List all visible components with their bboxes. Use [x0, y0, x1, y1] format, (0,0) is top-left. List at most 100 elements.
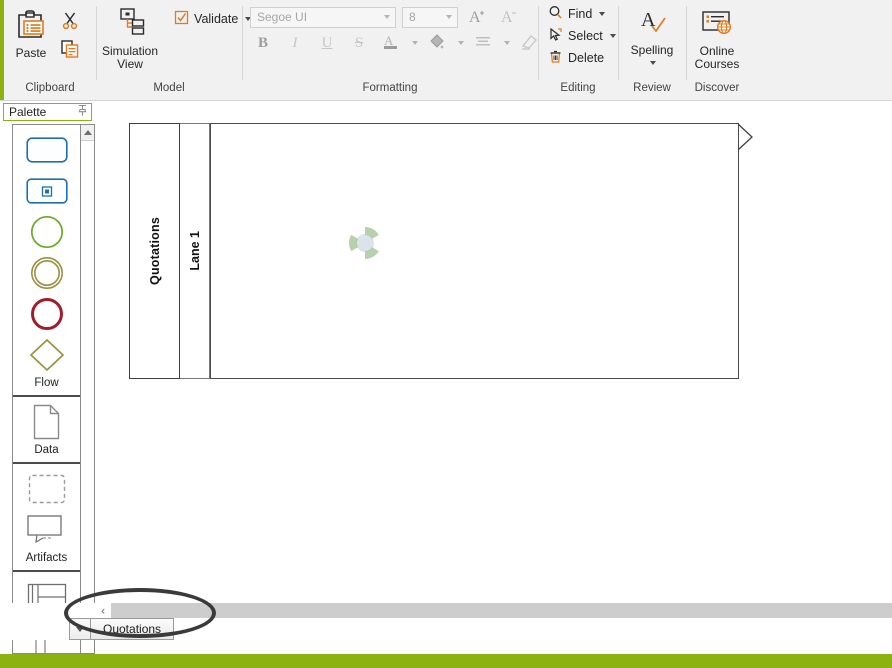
diagram-canvas[interactable]: Quotations Lane 1 [95, 101, 892, 654]
palette-section-flow: Flow [13, 125, 80, 398]
online-courses-button[interactable]: Online Courses [690, 4, 744, 71]
text-annotation-icon [26, 514, 68, 549]
palette-item-start-event[interactable] [13, 213, 80, 254]
double-circle-icon [30, 256, 64, 293]
palette-item-gateway[interactable] [13, 336, 80, 377]
svg-text:A: A [469, 9, 481, 26]
palette-item-task[interactable] [13, 131, 80, 172]
tabbar-spacer [0, 618, 55, 640]
ribbon-group-review: A Spelling Review [618, 0, 686, 100]
copy-icon [60, 40, 80, 62]
palette-section-artifacts: Artifacts [13, 464, 80, 573]
palette-title-bar: Palette [3, 103, 92, 122]
palette-item-subprocess[interactable] [13, 172, 80, 213]
select-label: Select [568, 29, 603, 43]
select-button[interactable]: Select [544, 25, 620, 47]
pool-header[interactable]: Quotations [129, 123, 180, 379]
font-name-select[interactable]: Segoe UI [250, 6, 396, 28]
shrink-font-icon: A [499, 6, 519, 29]
spelling-dropdown-caret[interactable] [650, 61, 656, 65]
fill-color-button[interactable] [424, 31, 450, 55]
font-color-caret[interactable] [412, 41, 418, 45]
palette-section-data: Data [13, 397, 80, 465]
delete-button[interactable]: Delete [544, 47, 608, 69]
pool-quotations[interactable]: Quotations Lane 1 [129, 123, 753, 379]
cut-button[interactable] [60, 10, 80, 33]
grow-font-button[interactable]: A [464, 5, 490, 29]
rounded-rectangle-icon [25, 137, 68, 166]
ribbon-toolbar: Paste Clipboard Simulation View Validate… [0, 0, 892, 101]
palette-title-label: Palette [9, 105, 47, 120]
font-size-value: 8 [409, 10, 416, 24]
find-dropdown-caret[interactable] [599, 12, 606, 16]
fill-color-caret[interactable] [458, 41, 464, 45]
copy-button[interactable] [60, 39, 80, 62]
ribbon-group-model: Simulation View Validate Model [96, 0, 252, 100]
svg-text:A: A [501, 9, 513, 26]
paste-button[interactable]: Paste [4, 4, 58, 60]
palette-item-end-event[interactable] [13, 295, 80, 336]
underline-button[interactable]: U [314, 31, 340, 55]
bold-button[interactable]: B [250, 31, 276, 55]
palette-vertical-scrollbar[interactable] [80, 124, 95, 654]
lane-header[interactable]: Lane 1 [180, 123, 210, 379]
shrink-font-button[interactable]: A [496, 5, 522, 29]
diamond-icon [29, 338, 65, 375]
canvas-surface[interactable]: Quotations Lane 1 [95, 101, 892, 654]
formatting-row-style: B I U S A [250, 30, 542, 56]
palette-item-data-object[interactable] [13, 403, 80, 444]
clear-formatting-icon [519, 32, 539, 55]
document-page-icon [32, 404, 62, 443]
spelling-button[interactable]: A Spelling [625, 3, 679, 65]
ribbon-group-discover-title: Discover [694, 82, 740, 94]
pool-name-label: Quotations [147, 217, 162, 285]
palette-item-annotation[interactable] [13, 511, 80, 552]
trash-icon [548, 49, 563, 67]
svg-text:A: A [384, 33, 394, 48]
palette-section-label-flow: Flow [34, 377, 59, 390]
align-caret[interactable] [504, 41, 510, 45]
horizontal-scrollbar-track[interactable] [111, 603, 892, 618]
online-courses-label-line2: Courses [694, 57, 740, 71]
formatting-row-font: Segoe UI 8 A A [250, 4, 522, 30]
align-button[interactable] [470, 31, 496, 55]
chevron-left-icon: ‹ [100, 603, 106, 618]
grow-font-icon: A [467, 6, 487, 29]
palette-body: Flow Data Artifacts [0, 124, 95, 654]
clipboard-paste-icon [14, 9, 48, 44]
pool-corner-marker [737, 123, 754, 177]
simulation-view-button[interactable]: Simulation View [102, 2, 158, 71]
align-icon [473, 32, 493, 55]
lane-body[interactable] [210, 123, 739, 379]
strikethrough-button[interactable]: S [346, 31, 372, 55]
simulation-view-label-line2: View [117, 57, 143, 71]
ribbon-group-discover: Online Courses Discover [686, 0, 748, 100]
ribbon-group-model-title: Model [153, 82, 185, 94]
thick-circle-icon [30, 297, 64, 334]
palette-section-label-artifacts: Artifacts [25, 552, 68, 565]
font-size-select[interactable]: 8 [402, 6, 458, 28]
ribbon-group-editing-title: Editing [560, 82, 596, 94]
tab-quotations[interactable]: Quotations [91, 618, 175, 640]
ribbon-group-clipboard-title: Clipboard [25, 82, 75, 94]
horizontal-scroll-row: ‹ [0, 603, 892, 618]
select-dropdown-caret[interactable] [609, 34, 616, 38]
font-color-button[interactable]: A [378, 31, 404, 55]
clipboard-secondary-actions [60, 4, 80, 62]
ribbon-group-clipboard: Paste Clipboard [0, 0, 96, 100]
font-color-icon: A [381, 32, 401, 55]
scroll-left-button[interactable]: ‹ [95, 603, 111, 618]
italic-button[interactable]: I [282, 31, 308, 55]
ribbon-group-editing: Find Select Delete Editing [538, 0, 618, 100]
magnifier-icon [548, 5, 563, 23]
pin-icon[interactable] [77, 104, 88, 120]
loading-spinner-icon [346, 224, 384, 262]
scroll-up-arrow-icon[interactable] [81, 125, 94, 142]
palette-item-intermediate-event[interactable] [13, 254, 80, 295]
checkbox-checked-icon [174, 10, 189, 28]
palette-panel: Palette Flow Data Artifacts [0, 101, 95, 654]
find-button[interactable]: Find [544, 3, 609, 25]
palette-item-group[interactable] [13, 470, 80, 511]
font-name-value: Segoe UI [257, 10, 308, 24]
tab-dropdown-button[interactable] [69, 618, 91, 640]
